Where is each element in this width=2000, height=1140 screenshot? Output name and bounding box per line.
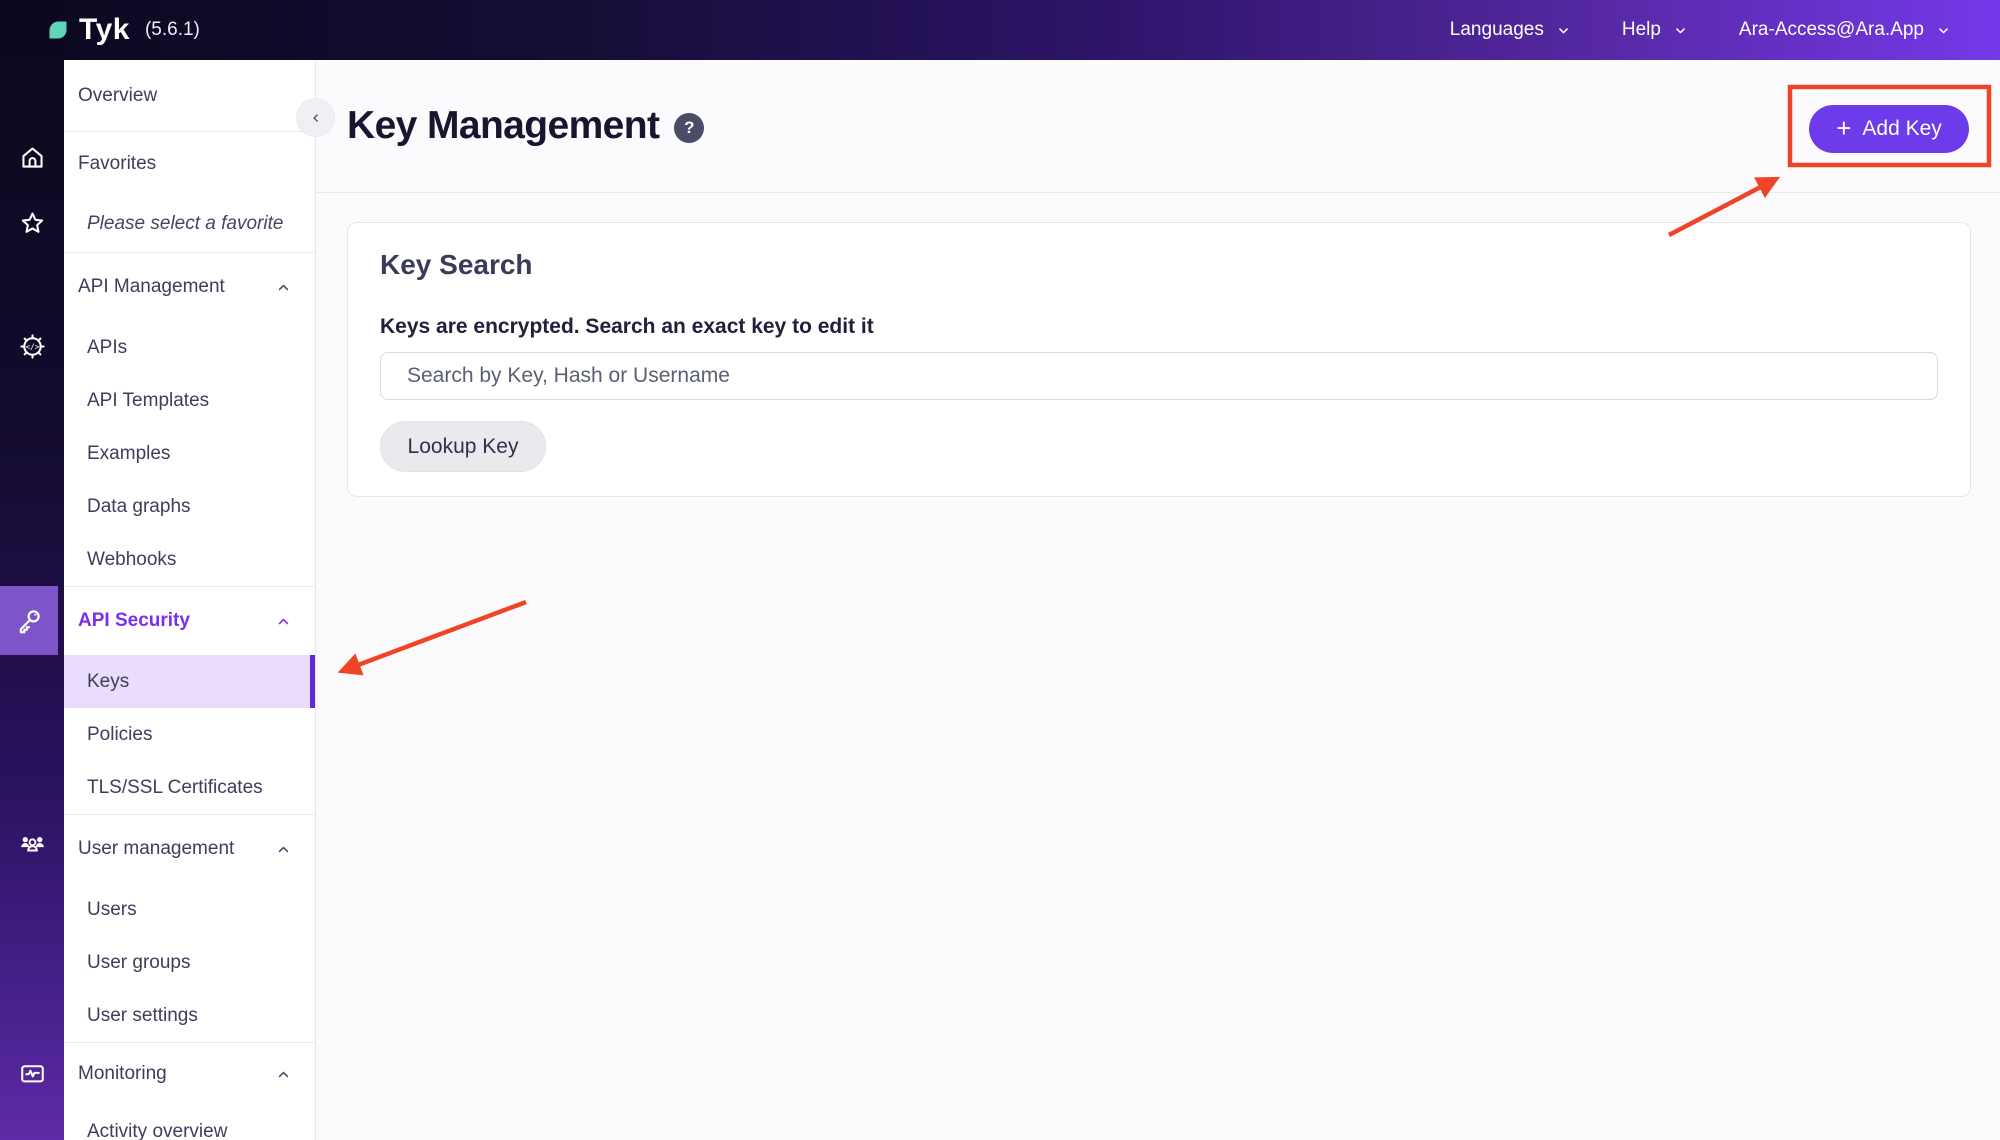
chevron-left-icon: [307, 109, 325, 127]
topbar: Tyk (5.6.1) Languages Help Ara-Access@Ar…: [0, 0, 2000, 60]
chevron-down-icon: [1672, 22, 1689, 39]
sidebar-item-api-templates[interactable]: API Templates: [64, 374, 315, 427]
chevron-down-icon: [1935, 22, 1952, 39]
account-label: Ara-Access@Ara.App: [1739, 19, 1924, 41]
tyk-logo[interactable]: Tyk (5.6.1): [0, 15, 200, 45]
rail-user-management-button[interactable]: [0, 811, 64, 875]
sidebar-item-user-groups[interactable]: User groups: [64, 936, 315, 989]
page-title: Key Management: [347, 104, 659, 148]
chevron-up-icon: [274, 840, 293, 859]
sidebar-item-users[interactable]: Users: [64, 883, 315, 936]
key-search-title: Key Search: [380, 249, 1938, 281]
version-label: (5.6.1): [145, 19, 200, 41]
chevron-up-icon: [274, 278, 293, 297]
key-search-hint: Keys are encrypted. Search an exact key …: [380, 315, 1938, 339]
rail-home-button[interactable]: [0, 125, 64, 189]
sidebar-item-tls-ssl-certificates[interactable]: TLS/SSL Certificates: [64, 761, 315, 814]
account-menu[interactable]: Ara-Access@Ara.App: [1739, 19, 1952, 41]
sidebar-section-monitoring[interactable]: Monitoring: [64, 1043, 315, 1105]
icon-rail: </>: [0, 60, 64, 1140]
tyk-logo-icon: [46, 18, 70, 42]
sidebar: Overview Favorites Please select a favor…: [64, 60, 316, 1140]
rail-monitoring-button[interactable]: [0, 1041, 64, 1105]
sidebar-item-policies[interactable]: Policies: [64, 708, 315, 761]
sidebar-item-label: Favorites: [78, 153, 156, 175]
sidebar-favorites-title[interactable]: Favorites: [64, 132, 315, 196]
languages-label: Languages: [1450, 19, 1544, 41]
svg-text:</>: </>: [25, 342, 39, 351]
sidebar-item-webhooks[interactable]: Webhooks: [64, 533, 315, 586]
languages-menu[interactable]: Languages: [1450, 19, 1572, 41]
lookup-key-button[interactable]: Lookup Key: [380, 421, 546, 472]
favorites-empty-note: Please select a favorite: [64, 196, 315, 252]
rail-api-management-button[interactable]: </>: [0, 314, 64, 378]
topbar-nav: Languages Help Ara-Access@Ara.App: [1450, 19, 2000, 41]
key-search-card: Key Search Keys are encrypted. Search an…: [347, 222, 1971, 497]
add-key-button[interactable]: + Add Key: [1809, 105, 1969, 153]
chevron-down-icon: [1555, 22, 1572, 39]
sidebar-section-api-management[interactable]: API Management: [64, 253, 315, 321]
add-key-label: Add Key: [1862, 117, 1941, 141]
monitor-pulse-icon: [18, 1059, 47, 1088]
section-title: API Management: [78, 276, 225, 298]
sidebar-item-apis[interactable]: APIs: [64, 321, 315, 374]
sidebar-section-user-management[interactable]: User management: [64, 815, 315, 883]
help-menu[interactable]: Help: [1622, 19, 1689, 41]
sidebar-item-overview[interactable]: Overview: [64, 60, 315, 131]
home-icon: [18, 143, 47, 172]
tyk-logo-text: Tyk: [79, 15, 130, 45]
section-title: Monitoring: [78, 1063, 167, 1085]
main-content: Key Management ? + Add Key Key Search Ke…: [316, 60, 2000, 1140]
sidebar-item-activity-overview[interactable]: Activity overview: [64, 1105, 315, 1140]
sidebar-item-label: Overview: [78, 85, 157, 107]
sidebar-collapse-button[interactable]: [297, 99, 334, 136]
sidebar-item-user-settings[interactable]: User settings: [64, 989, 315, 1042]
sidebar-section-api-security[interactable]: API Security: [64, 587, 315, 655]
help-label: Help: [1622, 19, 1661, 41]
sidebar-item-keys[interactable]: Keys: [64, 655, 315, 708]
sidebar-item-data-graphs[interactable]: Data graphs: [64, 480, 315, 533]
chevron-up-icon: [274, 1065, 293, 1084]
chevron-up-icon: [274, 612, 293, 631]
help-icon[interactable]: ?: [674, 113, 704, 143]
section-title: API Security: [78, 610, 190, 632]
page-header: Key Management ? + Add Key: [316, 60, 2000, 193]
plus-icon: +: [1836, 115, 1851, 141]
key-icon: [14, 606, 44, 636]
star-icon: [18, 209, 47, 238]
gear-code-icon: </>: [18, 332, 47, 361]
section-title: User management: [78, 838, 234, 860]
key-search-input[interactable]: [380, 352, 1938, 400]
rail-favorites-button[interactable]: [0, 191, 64, 255]
users-icon: [18, 829, 47, 858]
sidebar-item-examples[interactable]: Examples: [64, 427, 315, 480]
rail-api-security-button[interactable]: [0, 586, 58, 655]
